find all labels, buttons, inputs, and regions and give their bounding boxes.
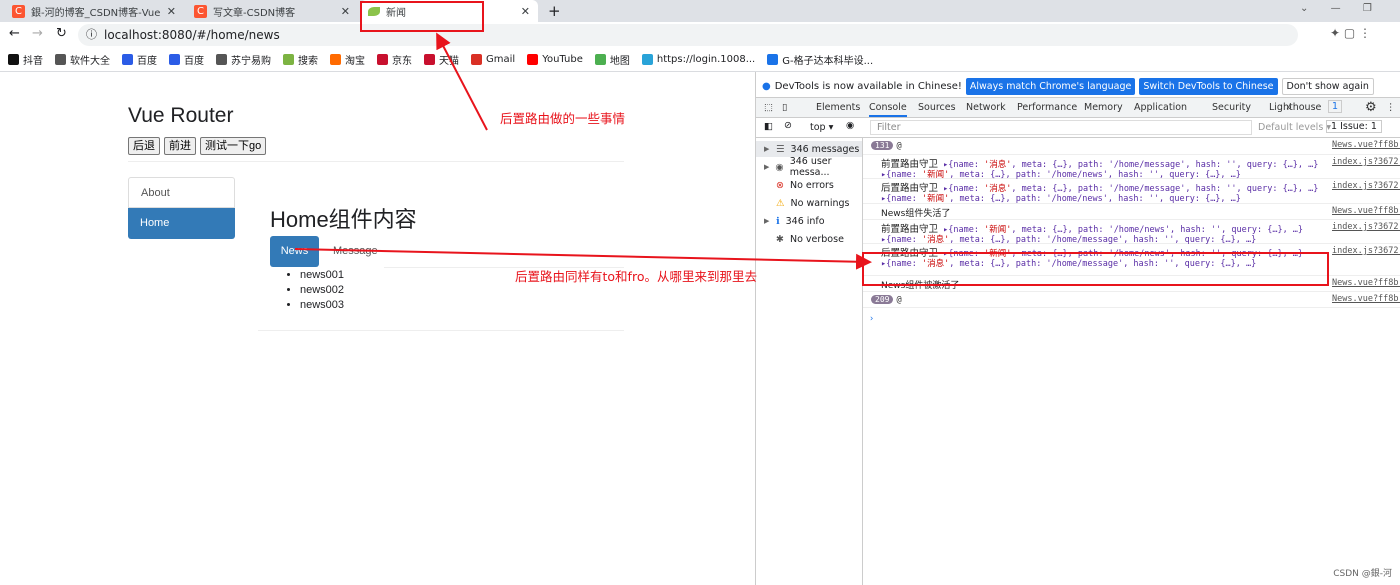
arrow — [436, 32, 488, 131]
annotation-note: 后置路由同样有to和fro。从哪里来到那里去 — [515, 269, 757, 284]
watermark: CSDN @銀-河 — [1333, 569, 1392, 579]
annotation-note: 后置路由做的一些事情 — [500, 111, 626, 126]
annotation-arrows — [294, 32, 872, 270]
arrow — [294, 248, 872, 270]
